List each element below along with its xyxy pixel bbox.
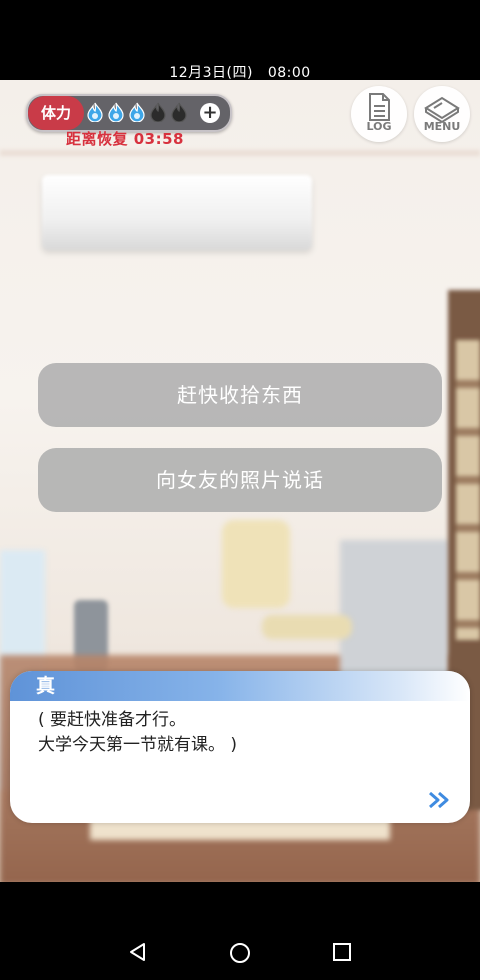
- status-datetime: 12月3日(四) 08:00: [169, 65, 311, 81]
- fast-forward-icon[interactable]: [428, 791, 450, 809]
- home-circle-icon[interactable]: [229, 942, 251, 964]
- navigation-bar: [0, 882, 480, 980]
- menu-tray-icon: [424, 96, 460, 124]
- choice-button-2[interactable]: 向女友的照片说话: [38, 448, 442, 512]
- dialog-line-1: ( 要赶快准备才行。: [38, 710, 187, 730]
- stamina-label: 体力: [28, 96, 84, 130]
- flame-full-icon: [108, 102, 124, 122]
- log-button[interactable]: LOG: [351, 86, 407, 142]
- flame-full-icon: [87, 102, 103, 122]
- menu-button[interactable]: MENU: [414, 86, 470, 142]
- dialog-line-2: 大学今天第一节就有课。 ): [38, 735, 238, 755]
- stamina-meter: 体力 +: [26, 94, 232, 132]
- chair-seat: [262, 615, 352, 639]
- status-bar: 12月3日(四) 08:00: [0, 0, 480, 81]
- dialog-text: ( 要赶快准备才行。 大学今天第一节就有课。 ): [38, 708, 237, 758]
- back-triangle-icon[interactable]: [128, 942, 148, 962]
- log-label: LOG: [366, 120, 392, 133]
- chair-back: [222, 520, 290, 608]
- flame-empty-icon: [171, 102, 187, 122]
- wall-trim: [0, 150, 480, 156]
- flame-empty-icon: [150, 102, 166, 122]
- choice-button-1[interactable]: 赶快收拾东西: [38, 363, 442, 427]
- air-conditioner: [42, 175, 312, 250]
- recent-square-icon[interactable]: [332, 942, 352, 962]
- dialog-box[interactable]: 真 ( 要赶快准备才行。 大学今天第一节就有课。 ): [10, 671, 470, 823]
- add-stamina-button[interactable]: +: [200, 103, 220, 123]
- speaker-name: 真: [36, 675, 56, 697]
- document-icon: [369, 93, 390, 121]
- flame-full-icon: [129, 102, 145, 122]
- menu-label: MENU: [423, 120, 461, 133]
- dialog-header: 真: [10, 671, 470, 701]
- recover-timer: 距离恢复 03:58: [66, 130, 184, 148]
- bookshelf-books: [456, 340, 480, 640]
